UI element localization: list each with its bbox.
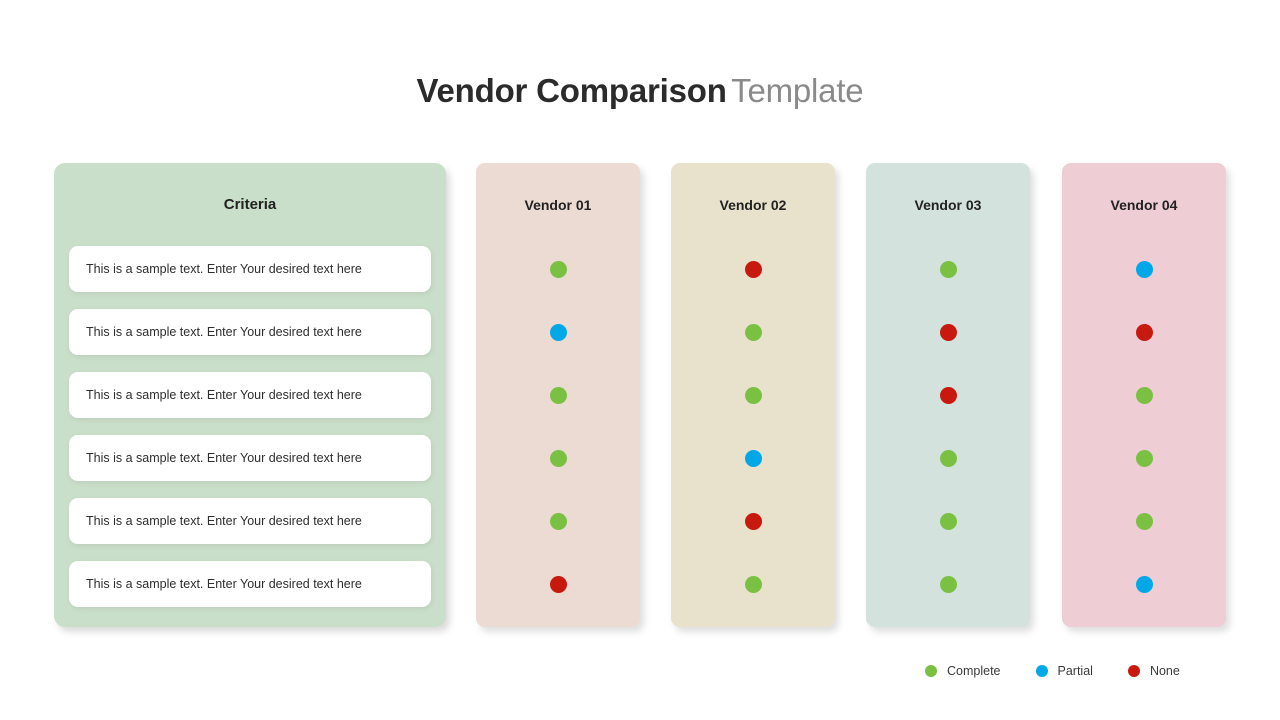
vendor-status-cell[interactable] — [671, 309, 835, 355]
vendor-status-cell[interactable] — [866, 435, 1030, 481]
vendor-status-cell[interactable] — [671, 246, 835, 292]
legend-item-none: None — [1127, 664, 1180, 678]
vendor-column-1: Vendor 01 — [476, 163, 640, 627]
vendor-header-2: Vendor 02 — [719, 197, 787, 213]
vendor-status-cell[interactable] — [866, 561, 1030, 607]
legend-none-icon — [1127, 665, 1140, 677]
status-partial-icon — [744, 449, 762, 467]
vendor-status-cell[interactable] — [476, 372, 640, 418]
status-complete-icon — [549, 260, 567, 278]
status-none-icon — [744, 260, 762, 278]
status-complete-icon — [744, 323, 762, 341]
vendor-status-cell[interactable] — [866, 246, 1030, 292]
criteria-row-text: This is a sample text. Enter Your desire… — [86, 388, 362, 402]
vendor-status-cell[interactable] — [476, 561, 640, 607]
vendor-status-cell[interactable] — [1062, 498, 1226, 544]
vendor-status-cell[interactable] — [476, 435, 640, 481]
legend-item-complete: Complete — [925, 664, 1001, 678]
vendor-status-cell[interactable] — [671, 561, 835, 607]
page-title-primary: Vendor Comparison — [416, 72, 727, 109]
vendor-status-cell[interactable] — [1062, 246, 1226, 292]
legend: Complete Partial None — [925, 660, 1215, 682]
status-complete-icon — [744, 575, 762, 593]
vendor-status-cell[interactable] — [866, 309, 1030, 355]
status-none-icon — [1135, 323, 1153, 341]
vendor-status-cell[interactable] — [1062, 309, 1226, 355]
status-complete-icon — [939, 512, 957, 530]
status-complete-icon — [1135, 386, 1153, 404]
vendor-status-cell[interactable] — [1062, 435, 1226, 481]
criteria-row-text: This is a sample text. Enter Your desire… — [86, 262, 362, 276]
legend-label: None — [1149, 664, 1180, 678]
status-complete-icon — [744, 386, 762, 404]
criteria-row-text: This is a sample text. Enter Your desire… — [86, 451, 362, 465]
legend-label: Complete — [947, 664, 1001, 678]
vendor-status-cell[interactable] — [671, 435, 835, 481]
criteria-row-text: This is a sample text. Enter Your desire… — [86, 325, 362, 339]
legend-partial-icon — [1035, 665, 1048, 677]
page-title: Vendor Comparison Template — [0, 72, 1280, 110]
criteria-panel: Criteria This is a sample text. Enter Yo… — [54, 163, 446, 627]
criteria-row[interactable]: This is a sample text. Enter Your desire… — [69, 246, 431, 292]
vendor-status-list — [866, 246, 1030, 624]
vendor-status-cell[interactable] — [1062, 372, 1226, 418]
criteria-row[interactable]: This is a sample text. Enter Your desire… — [69, 372, 431, 418]
vendor-status-cell[interactable] — [476, 309, 640, 355]
vendor-header-3: Vendor 03 — [914, 197, 982, 213]
vendor-status-list — [476, 246, 640, 624]
status-partial-icon — [1135, 260, 1153, 278]
status-none-icon — [939, 323, 957, 341]
criteria-row[interactable]: This is a sample text. Enter Your desire… — [69, 561, 431, 607]
criteria-row[interactable]: This is a sample text. Enter Your desire… — [69, 498, 431, 544]
status-none-icon — [939, 386, 957, 404]
vendor-status-cell[interactable] — [1062, 561, 1226, 607]
vendor-column-3: Vendor 03 — [866, 163, 1030, 627]
legend-complete-icon — [925, 665, 937, 677]
vendor-status-cell[interactable] — [671, 498, 835, 544]
criteria-row-text: This is a sample text. Enter Your desire… — [86, 577, 362, 591]
status-complete-icon — [1135, 449, 1153, 467]
status-complete-icon — [549, 386, 567, 404]
criteria-row[interactable]: This is a sample text. Enter Your desire… — [69, 435, 431, 481]
vendor-header-1: Vendor 01 — [524, 197, 592, 213]
status-partial-icon — [1135, 575, 1153, 593]
status-none-icon — [549, 575, 567, 593]
legend-item-partial: Partial — [1035, 664, 1093, 678]
vendor-status-list — [671, 246, 835, 624]
page-title-secondary: Template — [731, 72, 864, 109]
vendor-header-4: Vendor 04 — [1110, 197, 1178, 213]
status-complete-icon — [549, 449, 567, 467]
status-complete-icon — [939, 260, 957, 278]
vendor-column-4: Vendor 04 — [1062, 163, 1226, 627]
status-complete-icon — [1135, 512, 1153, 530]
status-complete-icon — [939, 449, 957, 467]
vendor-status-cell[interactable] — [476, 246, 640, 292]
vendor-status-cell[interactable] — [476, 498, 640, 544]
vendor-status-cell[interactable] — [866, 498, 1030, 544]
status-complete-icon — [939, 575, 957, 593]
criteria-row-text: This is a sample text. Enter Your desire… — [86, 514, 362, 528]
legend-label: Partial — [1057, 664, 1093, 678]
criteria-header: Criteria — [223, 196, 277, 213]
vendor-status-list — [1062, 246, 1226, 624]
vendor-column-2: Vendor 02 — [671, 163, 835, 627]
status-partial-icon — [549, 323, 567, 341]
criteria-row-list: This is a sample text. Enter Your desire… — [69, 246, 431, 624]
status-complete-icon — [549, 512, 567, 530]
status-none-icon — [744, 512, 762, 530]
criteria-row[interactable]: This is a sample text. Enter Your desire… — [69, 309, 431, 355]
vendor-status-cell[interactable] — [671, 372, 835, 418]
vendor-status-cell[interactable] — [866, 372, 1030, 418]
